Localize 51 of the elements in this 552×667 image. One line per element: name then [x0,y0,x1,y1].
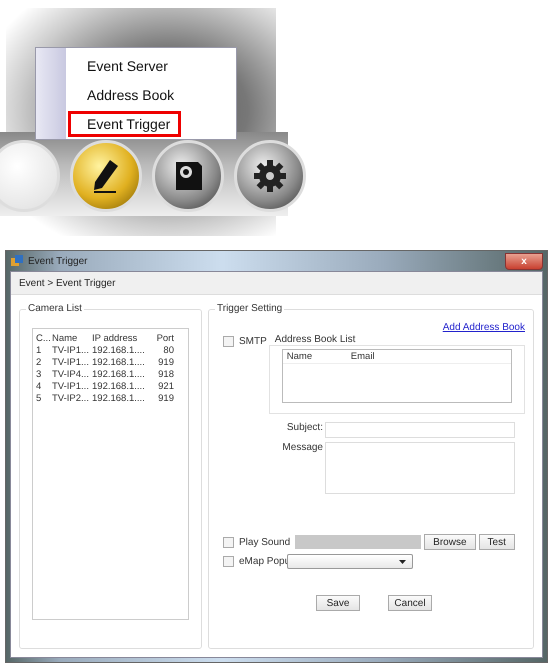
dropdown[interactable] [287,554,413,569]
field-label: Message [281,442,323,455]
checkbox-label: Play Sound [239,536,290,548]
dropdown-arrow-icon [399,560,406,564]
table-cell-text: 192.168.1.... [92,369,146,381]
column-header[interactable]: Name [286,351,351,362]
checkbox-label: SMTP [239,336,267,346]
field-label: Subject: [286,422,323,435]
group-title: Trigger Setting [215,303,284,314]
table-cell-text: TV-IP1... [52,357,90,369]
table-cell-text: 192.168.1.... [92,357,146,369]
menu-item[interactable]: Address Book [68,82,186,108]
group-title: Address Book List [274,334,356,345]
window-title: Event Trigger [28,256,88,266]
table-cell-text: TV-IP2... [52,393,90,405]
app-icon [10,254,24,268]
cancel-button[interactable]: Cancel [388,595,432,611]
table-cell-text: 5 [36,393,42,405]
column-header[interactable]: C... [36,333,52,345]
column-header[interactable]: IP address [92,333,154,345]
checkbox[interactable] [223,536,234,548]
table-cell-text: 1 [36,345,42,357]
checkbox[interactable] [223,556,234,567]
table-cell-text: 919 [157,393,174,405]
table-cell-text: 80 [162,345,174,357]
table-cell-text: TV-IP4... [52,369,90,381]
table-cell-text: 2 [36,357,42,369]
table-cell-text: 918 [157,369,174,381]
column-header[interactable]: Email [350,351,375,362]
table-cell-text: 3 [36,369,42,381]
round-button[interactable] [0,140,60,212]
table-cell-text: 919 [157,357,174,369]
test-button[interactable]: Test [478,534,515,550]
subject-field[interactable] [325,422,515,438]
message-field[interactable] [325,442,515,494]
menu-item[interactable]: Event Server [68,53,179,79]
table-cell-text: 921 [157,381,174,393]
save-button[interactable]: Save [316,595,360,611]
add-address-book-link[interactable]: Add Address Book [442,322,525,333]
table-cell-text: 4 [36,381,42,393]
table-cell-text: 192.168.1.... [92,381,146,393]
column-header[interactable]: Port [154,333,174,345]
table-cell-text: TV-IP1... [52,381,90,393]
group-title: Camera List [26,303,84,314]
table-cell-text: 192.168.1.... [92,345,146,357]
table-cell-text: 192.168.1.... [92,393,146,405]
checkbox[interactable] [223,336,234,346]
table-cell-text: TV-IP1... [52,345,90,357]
menu-item[interactable]: Event Trigger [68,111,182,137]
browse-button[interactable]: Browse [424,534,476,550]
column-header[interactable]: Name [52,333,92,345]
